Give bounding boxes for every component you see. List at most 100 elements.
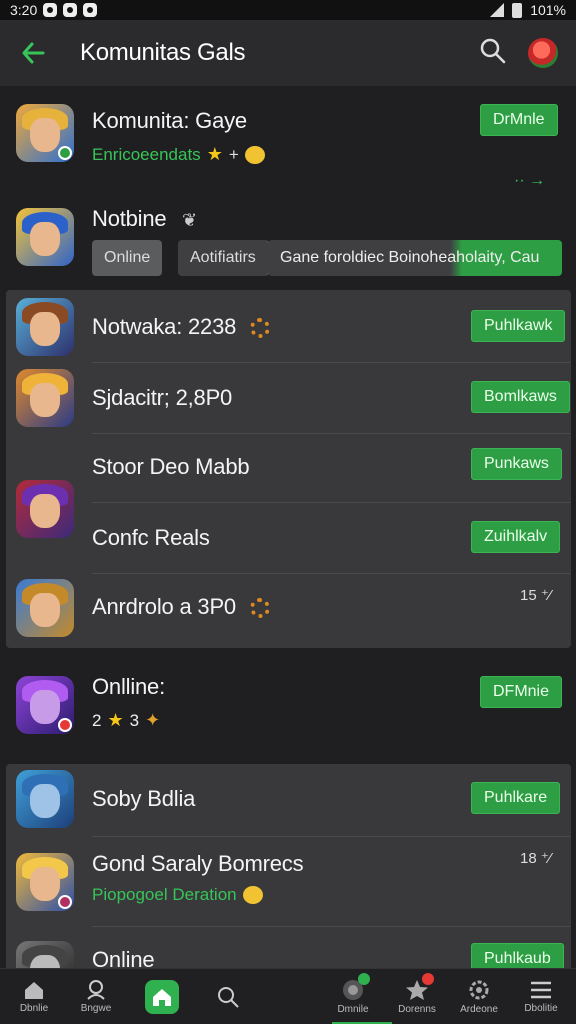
notification-badge xyxy=(422,973,434,985)
item-subtitle: Piopogoel Deration xyxy=(92,885,263,905)
item-subtitle-text: Enricoeendats xyxy=(92,144,201,164)
status-time: 3:20 xyxy=(10,2,38,18)
item-title: Notwaka: 2238 xyxy=(92,314,271,340)
game-icon xyxy=(16,579,74,637)
back-arrow-icon[interactable] xyxy=(18,38,48,68)
page-title: Komunitas Gals xyxy=(80,39,246,66)
bottom-navigation: Dbnlie Bngwe Dmnile Dorenns Ardeone Dbol… xyxy=(0,968,576,1024)
item-title: Gond Saraly Bomrecs xyxy=(92,851,304,876)
item-title: Online xyxy=(92,947,155,968)
game-icon xyxy=(16,941,74,968)
list-item[interactable]: Notwaka: 2238 Puhlkawk xyxy=(0,292,576,362)
item-title: Stoor Deo Mabb xyxy=(92,454,250,479)
action-button[interactable]: Zuihlkalv xyxy=(471,521,561,553)
item-subtitle: Enricoeendats ★ + xyxy=(92,144,265,165)
item-title: Onlline: xyxy=(92,674,165,699)
notification-badge xyxy=(358,973,370,985)
list-item[interactable]: Anrdrolo a 3P0 15 ⁺⁄ xyxy=(0,574,576,646)
filter-notifications-chip[interactable]: Aotifiatirs xyxy=(178,240,269,276)
game-icon xyxy=(16,853,74,911)
item-title: Soby Bdlia xyxy=(92,786,196,811)
person-icon xyxy=(87,980,105,1000)
notification-icon xyxy=(63,3,78,17)
menu-icon xyxy=(531,981,551,999)
filter-description-chip[interactable]: Gane foroldiec Boinoheaholaity, Cau xyxy=(268,240,562,276)
list-item[interactable]: Sjdacitr; 2,8P0 Bomlkaws xyxy=(0,363,576,433)
item-count: 15 ⁺⁄ xyxy=(520,587,552,604)
nav-item-profile[interactable]: Bngwe xyxy=(65,969,127,1024)
gear-icon xyxy=(249,598,270,619)
nav-label: Dbnlie xyxy=(19,1003,49,1014)
home-icon xyxy=(145,980,179,1014)
list-item[interactable]: Gond Saraly Bomrecs Piopogoel Deration 1… xyxy=(0,837,576,927)
plus-icon: + xyxy=(228,144,239,164)
app-header: Komunitas Gals xyxy=(0,20,576,86)
game-icon xyxy=(16,298,74,356)
community-list: Komunita: Gaye Enricoeendats ★ + DrMnle … xyxy=(0,86,576,968)
list-item[interactable]: Stoor Deo Mabb Punkaws xyxy=(0,434,576,504)
signal-icon xyxy=(490,3,505,17)
status-bar: 3:20 101% xyxy=(0,0,576,20)
nav-item-settings[interactable]: Ardeone xyxy=(448,969,510,1024)
game-icon xyxy=(16,104,74,162)
action-button[interactable]: Puhlkare xyxy=(471,782,561,814)
game-icon xyxy=(16,676,74,734)
badge-icon: ❦ xyxy=(182,210,198,230)
emoji-icon xyxy=(244,145,265,164)
item-count-text: 18 xyxy=(520,850,537,867)
nav-label: Dbolitie xyxy=(524,1003,558,1014)
item-subtitle-text: 2 xyxy=(92,710,102,730)
nav-item-games[interactable]: Dmnile xyxy=(322,969,384,1024)
nav-item-menu[interactable]: Dbolitie xyxy=(510,969,572,1024)
profile-avatar-icon[interactable] xyxy=(528,38,558,68)
item-subtitle: 2 ★ 3 ✦ xyxy=(92,710,160,731)
action-button[interactable]: DFMnie xyxy=(480,676,563,708)
gear-icon xyxy=(469,980,489,1000)
game-icon xyxy=(16,208,74,266)
gear-icon xyxy=(250,318,271,339)
nav-label: Dorenns xyxy=(398,1004,436,1015)
item-count: 18 ⁺⁄ xyxy=(520,850,552,867)
item-count-text: 15 xyxy=(520,587,537,604)
nav-item-main[interactable] xyxy=(131,969,193,1024)
nav-item-search[interactable] xyxy=(197,969,259,1024)
star-icon: ★ xyxy=(206,144,223,164)
nav-item-home[interactable]: Dbnlie xyxy=(3,969,65,1024)
item-title: Notbine xyxy=(92,206,167,231)
nav-label: Bngwe xyxy=(80,1003,112,1014)
search-icon xyxy=(218,987,239,1008)
item-title: Confc Reals xyxy=(92,525,210,550)
list-item[interactable]: Notbine ❦ Online Aotifiatirs Gane forold… xyxy=(0,196,576,284)
more-icon[interactable]: ·· → xyxy=(514,172,545,190)
notification-icon xyxy=(83,3,98,17)
action-button[interactable]: Puhlkawk xyxy=(471,310,566,342)
star-icon: ★ xyxy=(107,710,124,730)
filter-online-chip[interactable]: Online xyxy=(92,240,163,276)
nav-label: Ardeone xyxy=(460,1004,498,1015)
house-icon xyxy=(25,982,43,999)
search-icon[interactable] xyxy=(480,38,506,69)
nav-label: Dmnile xyxy=(337,1004,369,1015)
nav-item-favorites[interactable]: Dorenns xyxy=(386,969,448,1024)
emoji-icon xyxy=(242,886,263,904)
game-icon xyxy=(16,369,74,427)
notification-icon xyxy=(43,3,58,17)
list-item[interactable]: Onlline: 2 ★ 3 ✦ DFMnie xyxy=(0,662,576,754)
item-subtitle-text: Piopogoel Deration xyxy=(92,885,237,904)
action-button[interactable]: Puhlkaub xyxy=(471,943,564,968)
battery-level: 101% xyxy=(530,2,566,18)
item-title: Anrdrolo a 3P0 xyxy=(92,594,270,620)
action-button[interactable]: Punkaws xyxy=(471,448,562,480)
game-icon xyxy=(16,770,74,828)
item-subtitle-text: 3 xyxy=(129,710,140,730)
list-item[interactable]: Soby Bdlia Puhlkare xyxy=(0,766,576,836)
action-button[interactable]: DrMnle xyxy=(480,104,558,136)
item-title-text: Anrdrolo a 3P0 xyxy=(92,594,236,619)
sparkle-icon: ✦ xyxy=(145,710,161,730)
item-title: Sjdacitr; 2,8P0 xyxy=(92,385,233,410)
list-item[interactable]: Komunita: Gaye Enricoeendats ★ + DrMnle … xyxy=(0,86,576,196)
action-button[interactable]: Bomlkaws xyxy=(471,381,570,413)
list-item[interactable]: Online Puhlkaub xyxy=(0,927,576,968)
list-item[interactable]: Confc Reals Zuihlkalv xyxy=(0,503,576,573)
battery-icon xyxy=(512,2,523,18)
